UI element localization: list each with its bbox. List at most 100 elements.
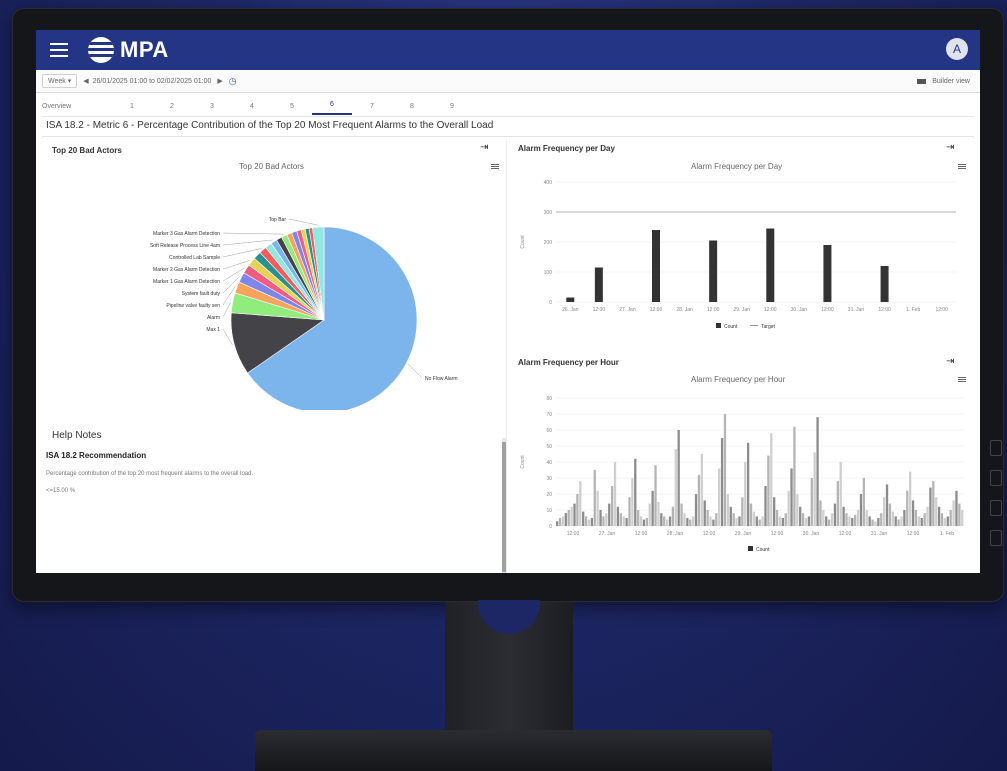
hour-y-tick-label: 20 [546, 492, 552, 498]
hour-x-tick-label: 12:00 [703, 531, 716, 537]
pie-label-connector [222, 302, 231, 318]
hour-y-tick-label: 0 [549, 524, 552, 530]
day-x-tick-label: 30. Jan [791, 307, 808, 313]
pie-slice-label: Pipeline valve faulty sen [166, 303, 220, 309]
hour-bar [804, 518, 808, 526]
hour-chart-title: Alarm Frequency per Hour [691, 375, 786, 384]
hour-bar [888, 503, 892, 526]
hour-bar [856, 510, 860, 526]
tab-1[interactable]: 1 [112, 103, 152, 115]
next-period-button[interactable]: ▶ [217, 77, 222, 85]
hour-bar [799, 506, 802, 526]
column-divider [506, 140, 507, 573]
hour-x-tick-label: 12:00 [635, 531, 648, 537]
tab-4[interactable]: 4 [232, 103, 272, 115]
tab-6[interactable]: 6 [312, 101, 352, 115]
period-select-label: Week [48, 78, 66, 85]
tab-3[interactable]: 3 [192, 103, 232, 115]
hour-bar [775, 510, 779, 526]
hour-x-tick-label: 27. Jan [599, 531, 616, 537]
hour-bar [880, 513, 883, 526]
hour-bar [793, 426, 796, 526]
hour-bar [654, 465, 657, 526]
hour-bar [943, 518, 947, 526]
hour-bar [648, 503, 651, 526]
day-legend-count-swatch [716, 323, 721, 328]
hour-bar [657, 502, 660, 526]
hour-legend-count-label: Count [756, 547, 770, 553]
hour-bar [946, 516, 949, 526]
hour-bar [741, 497, 744, 526]
hour-bar [735, 518, 738, 526]
previous-period-button[interactable]: ◀ [83, 77, 88, 85]
hour-chart-menu-icon[interactable] [958, 377, 966, 382]
hour-bar [637, 510, 640, 526]
user-avatar[interactable]: A [946, 38, 968, 60]
hour-bar [752, 511, 756, 526]
pie-label-connector [222, 328, 233, 345]
hour-bar [686, 518, 689, 526]
hour-bar [758, 519, 761, 526]
monitor-side-ports [990, 440, 1004, 570]
day-y-tick-label: 400 [544, 180, 553, 186]
hour-bar [703, 500, 706, 526]
hour-bar [613, 462, 617, 526]
tab-7[interactable]: 7 [352, 103, 392, 115]
pie-slice-label: Max 1 [206, 327, 220, 333]
date-range[interactable]: 26/01/2025 01:00 to 02/02/2025 01:00 [93, 78, 212, 85]
hour-bar [570, 506, 573, 526]
hour-bar [634, 458, 637, 526]
hour-bar [845, 513, 848, 526]
hour-bar [807, 516, 811, 526]
hour-x-tick-label: 31. Jan [871, 531, 888, 537]
day-export-icon[interactable]: ⇥ [946, 142, 954, 153]
hour-bar [842, 506, 845, 526]
tab-5[interactable]: 5 [272, 103, 312, 115]
tab-2[interactable]: 2 [152, 103, 192, 115]
day-chart-menu-icon[interactable] [958, 164, 966, 169]
period-select[interactable]: Week ▾ [42, 74, 78, 88]
help-notes-text: Percentage contribution of the top 20 mo… [46, 471, 254, 477]
monitor-stand-base [255, 730, 772, 771]
clock-icon[interactable]: ◷ [229, 76, 237, 87]
hour-export-icon[interactable]: ⇥ [946, 356, 954, 367]
hour-bar [576, 494, 579, 526]
hamburger-menu-icon[interactable] [50, 43, 68, 57]
view-toggle[interactable]: Builder view [917, 78, 970, 85]
pie-slice-label: Marker 2 Gas Alarm Detection [153, 267, 220, 273]
hour-bar [602, 516, 605, 526]
hour-bar [692, 516, 695, 526]
hour-bar [767, 455, 770, 526]
hour-x-tick-label: 12:00 [771, 531, 784, 537]
day-bar [880, 266, 889, 302]
day-legend-count-label: Count [724, 324, 738, 330]
hour-bar [790, 468, 793, 526]
hour-bar [665, 519, 669, 526]
hour-bar [587, 519, 591, 526]
hour-bar [882, 497, 886, 526]
pie-export-icon[interactable]: ⇥ [480, 142, 488, 153]
hour-bar [639, 516, 643, 526]
day-x-tick-label: 12:00 [593, 307, 606, 313]
day-y-tick-label: 300 [544, 210, 553, 216]
day-panel-title: Alarm Frequency per Day [518, 144, 615, 153]
hour-bar [715, 513, 718, 526]
tab-9[interactable]: 9 [432, 103, 472, 115]
tab-8[interactable]: 8 [392, 103, 432, 115]
tab-overview[interactable]: Overview [36, 103, 112, 115]
builder-view-label: Builder view [932, 77, 970, 85]
pie-chart-menu-icon[interactable] [491, 164, 499, 169]
hour-bar [923, 513, 926, 526]
hour-bar [732, 513, 735, 526]
hour-bar [608, 503, 611, 526]
day-chart-title: Alarm Frequency per Day [691, 162, 783, 171]
toolbar: Week ▾ ◀ 26/01/2025 01:00 to 02/02/2025 … [36, 70, 980, 93]
hour-bar [697, 474, 701, 526]
hour-panel-title: Alarm Frequency per Hour [518, 358, 619, 367]
pie-slice-label: Soft Release Process Line 4am [150, 243, 220, 249]
hour-bar [909, 471, 912, 526]
scrollbar-thumb[interactable] [502, 442, 506, 572]
hour-bar [755, 516, 758, 526]
hour-bar [660, 513, 663, 526]
day-x-tick-label: 12:00 [650, 307, 663, 313]
